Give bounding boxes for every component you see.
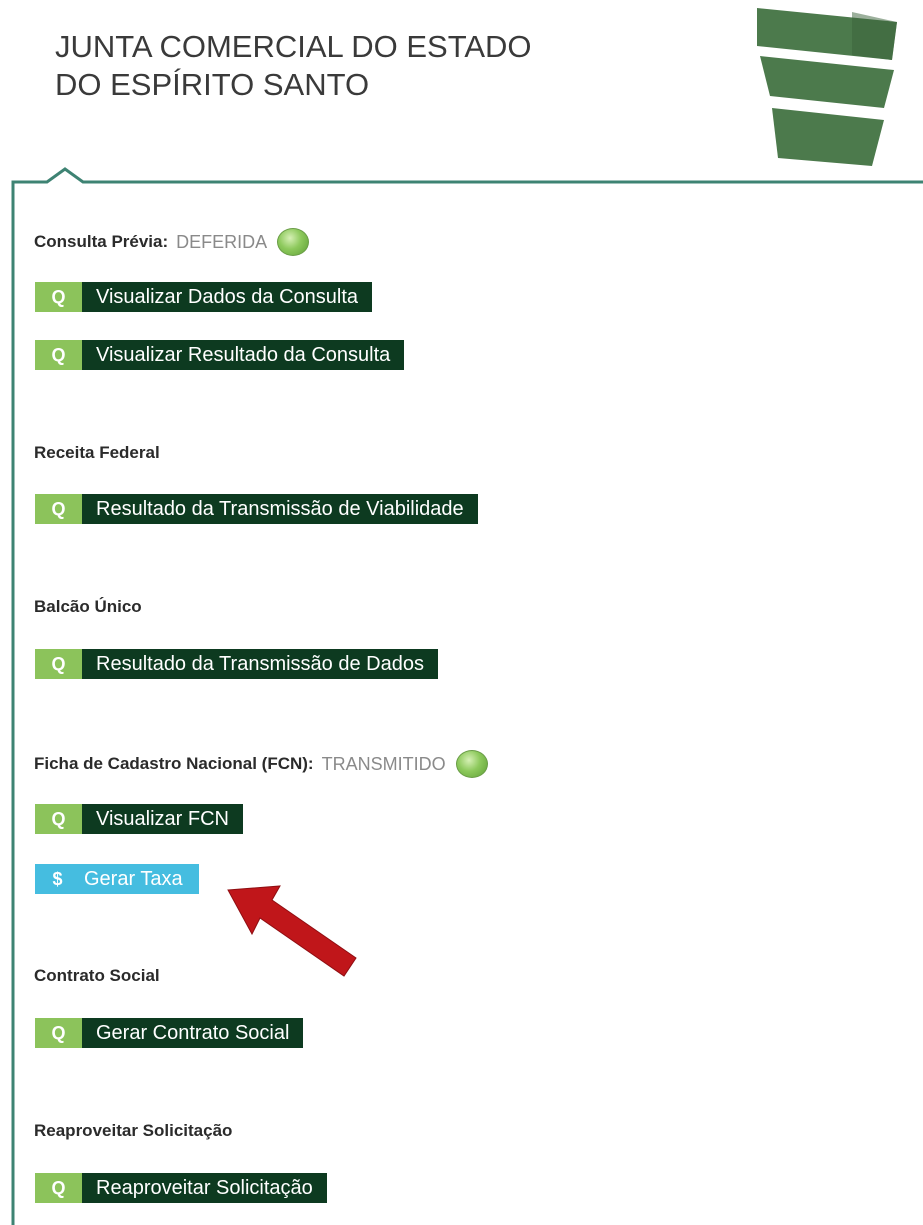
button-label: Reaproveitar Solicitação (82, 1173, 327, 1203)
status-text: TRANSMITIDO (321, 753, 446, 774)
status-ok-icon (455, 750, 488, 778)
section-fcn: Ficha de Cadastro Nacional (FCN): TRANSM… (34, 750, 488, 778)
section-reaproveitar-solicitacao: Reaproveitar Solicitação (34, 1121, 232, 1141)
page-title: JUNTA COMERCIAL DO ESTADO DO ESPÍRITO SA… (55, 28, 532, 104)
button-label: Resultado da Transmissão de Dados (82, 649, 438, 679)
section-label: Contrato Social (34, 966, 160, 985)
title-line-2: DO ESPÍRITO SANTO (55, 67, 370, 102)
jucees-logo (757, 8, 897, 166)
gerar-contrato-social-button[interactable]: Q Gerar Contrato Social (35, 1018, 304, 1048)
section-consulta-previa: Consulta Prévia: DEFERIDA (34, 228, 310, 256)
gerar-taxa-button[interactable]: $ Gerar Taxa (35, 864, 199, 894)
search-icon: Q (35, 1018, 82, 1048)
status-text: DEFERIDA (176, 231, 268, 252)
section-balcao-unico: Balcão Único (34, 597, 142, 617)
status-ok-icon (277, 228, 310, 256)
button-label: Visualizar Dados da Consulta (82, 282, 373, 312)
resultado-transmissao-viabilidade-button[interactable]: Q Resultado da Transmissão de Viabilidad… (35, 494, 478, 524)
title-line-1: JUNTA COMERCIAL DO ESTADO (55, 29, 532, 64)
reaproveitar-solicitacao-button[interactable]: Q Reaproveitar Solicitação (35, 1173, 327, 1203)
button-label: Resultado da Transmissão de Viabilidade (82, 494, 478, 524)
button-label: Gerar Taxa (80, 864, 199, 894)
section-label: Balcão Único (34, 597, 142, 616)
visualizar-fcn-button[interactable]: Q Visualizar FCN (35, 804, 243, 834)
search-icon: Q (35, 1173, 82, 1203)
section-contrato-social: Contrato Social (34, 966, 160, 986)
search-icon: Q (35, 494, 82, 524)
section-label: Reaproveitar Solicitação (34, 1121, 233, 1140)
visualizar-dados-consulta-button[interactable]: Q Visualizar Dados da Consulta (35, 282, 373, 312)
content-frame (11, 167, 923, 1225)
visualizar-resultado-consulta-button[interactable]: Q Visualizar Resultado da Consulta (35, 340, 405, 370)
button-label: Visualizar Resultado da Consulta (82, 340, 405, 370)
button-label: Visualizar FCN (82, 804, 243, 834)
search-icon: Q (35, 804, 82, 834)
section-label: Ficha de Cadastro Nacional (FCN): (34, 754, 314, 773)
search-icon: Q (35, 282, 82, 312)
section-label: Receita Federal (34, 443, 160, 462)
button-label: Gerar Contrato Social (82, 1018, 304, 1048)
dollar-icon: $ (35, 864, 80, 894)
resultado-transmissao-dados-button[interactable]: Q Resultado da Transmissão de Dados (35, 649, 438, 679)
search-icon: Q (35, 649, 82, 679)
section-receita-federal: Receita Federal (34, 443, 160, 463)
section-label: Consulta Prévia: (34, 232, 169, 251)
red-arrow-annotation-icon (227, 885, 357, 977)
search-icon: Q (35, 340, 82, 370)
